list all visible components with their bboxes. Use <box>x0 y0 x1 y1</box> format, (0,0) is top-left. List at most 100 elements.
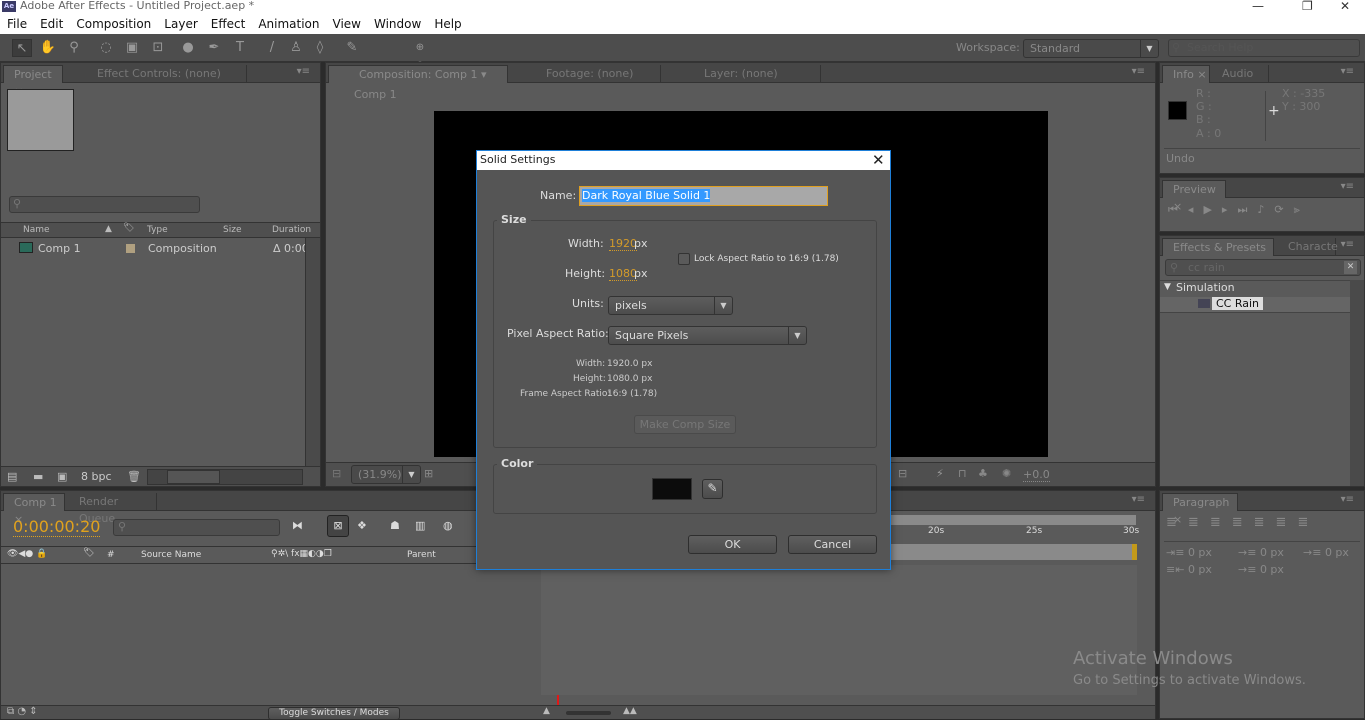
pixel-aspect-ratio-dropdown[interactable]: Square Pixels ▼ <box>608 326 807 345</box>
justify-all-icon[interactable]: ≣ <box>1297 515 1319 530</box>
panel-menu-icon[interactable]: ▾≡ <box>1132 66 1145 77</box>
panel-menu-icon[interactable]: ▾≡ <box>1132 494 1145 505</box>
project-scrollbar[interactable] <box>305 238 320 466</box>
search-help-input[interactable]: ⚲ Search Help <box>1168 39 1360 57</box>
ok-button[interactable]: OK <box>688 535 777 554</box>
justify-left-icon[interactable]: ≣ <box>1232 515 1254 530</box>
effects-search-input[interactable]: ⚲ cc rain ✕ <box>1165 259 1361 276</box>
menu-help[interactable]: Help <box>427 14 467 34</box>
brush-tool-icon[interactable]: / <box>262 39 282 57</box>
label-color-swatch[interactable] <box>126 244 135 253</box>
menu-composition[interactable]: Composition <box>69 14 157 34</box>
region-of-interest-icon[interactable]: ⊟ <box>898 467 907 480</box>
tab-info[interactable]: Info × <box>1162 65 1210 83</box>
col-number[interactable]: # <box>107 550 115 560</box>
current-time-display[interactable]: 0:00:00:20 <box>13 517 101 537</box>
hide-shy-layers-icon[interactable]: ☗ <box>390 519 400 532</box>
cancel-button[interactable]: Cancel <box>788 535 877 554</box>
color-swatch-button[interactable] <box>652 478 692 500</box>
panel-menu-icon[interactable]: ▾≡ <box>1341 181 1354 192</box>
footer-toggle-icons[interactable]: ⧉ ◔ ⇕ <box>7 706 38 717</box>
tab-audio[interactable]: Audio <box>1212 65 1269 83</box>
selection-tool-icon[interactable]: ↖ <box>12 39 32 57</box>
space-before-field[interactable]: ≡⇤ 0 px <box>1166 563 1212 576</box>
loop-icon[interactable]: ⟳ <box>1274 203 1293 216</box>
previous-frame-icon[interactable]: ◂ <box>1188 203 1204 216</box>
col-type[interactable]: Type <box>147 225 168 235</box>
fast-previews-icon[interactable]: ⚡ <box>936 467 944 480</box>
pan-behind-tool-icon[interactable]: ⊡ <box>148 39 168 57</box>
trash-icon[interactable]: 🗑 <box>127 470 141 483</box>
magnification-dropdown[interactable]: (31.9%) ▼ <box>351 465 421 484</box>
tab-comp-1[interactable]: Comp 1 × <box>3 493 65 526</box>
tab-layer[interactable]: Layer: (none) <box>671 65 821 83</box>
first-line-indent-field[interactable]: →≡ 0 px <box>1303 546 1349 559</box>
safe-zones-icon[interactable]: ⊞ <box>424 467 433 480</box>
time-navigator[interactable] <box>891 544 1136 560</box>
pen-tool-icon[interactable]: ✒ <box>204 39 224 57</box>
bit-depth-button[interactable]: 8 bpc <box>81 470 112 483</box>
align-right-icon[interactable]: ≣ <box>1210 515 1232 530</box>
maximize-button[interactable]: ❐ <box>1302 0 1313 12</box>
zoom-in-icon[interactable]: ▲▲ <box>623 706 637 716</box>
flowchart-icon[interactable]: ♣ <box>978 467 988 480</box>
tab-render-queue[interactable]: Render Queue <box>67 493 157 525</box>
col-duration[interactable]: Duration <box>272 225 311 235</box>
panel-menu-icon[interactable]: ▾≡ <box>297 66 310 77</box>
comp-mini-flowchart-icon[interactable]: ⧓ <box>292 519 303 532</box>
timeline-search-input[interactable]: ⚲ <box>113 519 280 536</box>
menu-effect[interactable]: Effect <box>204 14 252 34</box>
camera-tool-icon[interactable]: ▣ <box>122 39 142 57</box>
menu-animation[interactable]: Animation <box>251 14 325 34</box>
project-search-input[interactable]: ⚲ <box>9 196 200 213</box>
timeline-icon[interactable]: ⊓ <box>958 467 967 480</box>
first-frame-icon[interactable]: ⏮ <box>1168 203 1188 216</box>
lock-aspect-label[interactable]: Lock Aspect Ratio to 16:9 (1.78) <box>694 254 839 264</box>
exposure-icon[interactable]: ✺ <box>1002 467 1011 480</box>
end-handle[interactable] <box>1132 544 1137 560</box>
align-left-icon[interactable]: ≣ <box>1166 515 1188 530</box>
close-window-button[interactable]: ✕ <box>1340 0 1350 12</box>
hand-tool-icon[interactable]: ✋ <box>38 39 58 57</box>
new-folder-icon[interactable]: ▬ <box>33 470 43 483</box>
indent-right-field[interactable]: →≡ 0 px <box>1238 546 1284 559</box>
workspace-dropdown[interactable]: Standard ▼ <box>1023 39 1159 58</box>
panel-menu-icon[interactable]: ▾≡ <box>1341 494 1354 505</box>
toggle-switches-modes-button[interactable]: Toggle Switches / Modes <box>268 707 400 720</box>
indent-left-field[interactable]: ⇥≡ 0 px <box>1166 546 1212 559</box>
name-input[interactable]: Dark Royal Blue Solid 1 <box>579 186 828 206</box>
project-h-scrollbar[interactable] <box>147 469 303 485</box>
always-preview-icon[interactable]: ⊟ <box>332 467 341 480</box>
ram-preview-icon[interactable]: ⫸ <box>1294 203 1310 216</box>
audio-icon[interactable]: ♪ <box>1257 203 1274 216</box>
tab-paragraph[interactable]: Paragraph × <box>1162 493 1238 526</box>
dialog-close-icon[interactable]: ✕ <box>872 151 885 169</box>
project-row[interactable]: Comp 1 Composition Δ 0:00 <box>1 240 309 258</box>
menu-edit[interactable]: Edit <box>33 14 69 34</box>
eyedropper-icon[interactable]: ✎ <box>702 479 723 499</box>
category-simulation[interactable]: ▼ Simulation <box>1160 280 1350 296</box>
tab-composition[interactable]: Composition: Comp 1 ▾ <box>328 65 508 83</box>
col-name[interactable]: Name <box>23 225 50 235</box>
tab-footage[interactable]: Footage: (none) <box>516 65 661 83</box>
rotate-tool-icon[interactable]: ◌ <box>96 39 116 57</box>
units-dropdown[interactable]: pixels ▼ <box>608 296 733 315</box>
clear-search-icon[interactable]: ✕ <box>1344 261 1357 274</box>
menu-layer[interactable]: Layer <box>157 14 203 34</box>
interpret-footage-icon[interactable]: ▤ <box>7 470 17 483</box>
tab-preview[interactable]: Preview × <box>1162 180 1226 213</box>
minimize-button[interactable]: — <box>1252 0 1264 12</box>
space-after-field[interactable]: →≡ 0 px <box>1238 563 1284 576</box>
panel-menu-icon[interactable]: ▾≡ <box>1341 239 1354 250</box>
col-size[interactable]: Size <box>223 225 241 235</box>
motion-blur-icon[interactable]: ◍ <box>443 519 453 532</box>
col-source-name[interactable]: Source Name <box>141 550 201 560</box>
live-update-icon[interactable]: ⊠ <box>327 515 349 537</box>
align-center-icon[interactable]: ≣ <box>1188 515 1210 530</box>
menu-file[interactable]: File <box>0 14 33 34</box>
make-comp-size-button[interactable]: Make Comp Size <box>634 415 736 434</box>
puppet-pin-tool-icon[interactable]: ✎ <box>342 39 362 57</box>
tab-effect-controls[interactable]: Effect Controls: (none) <box>87 65 247 83</box>
axis-mode-icon[interactable]: ⊕ ● ⊠ <box>410 39 430 89</box>
exposure-value[interactable]: +0.0 <box>1023 468 1050 482</box>
